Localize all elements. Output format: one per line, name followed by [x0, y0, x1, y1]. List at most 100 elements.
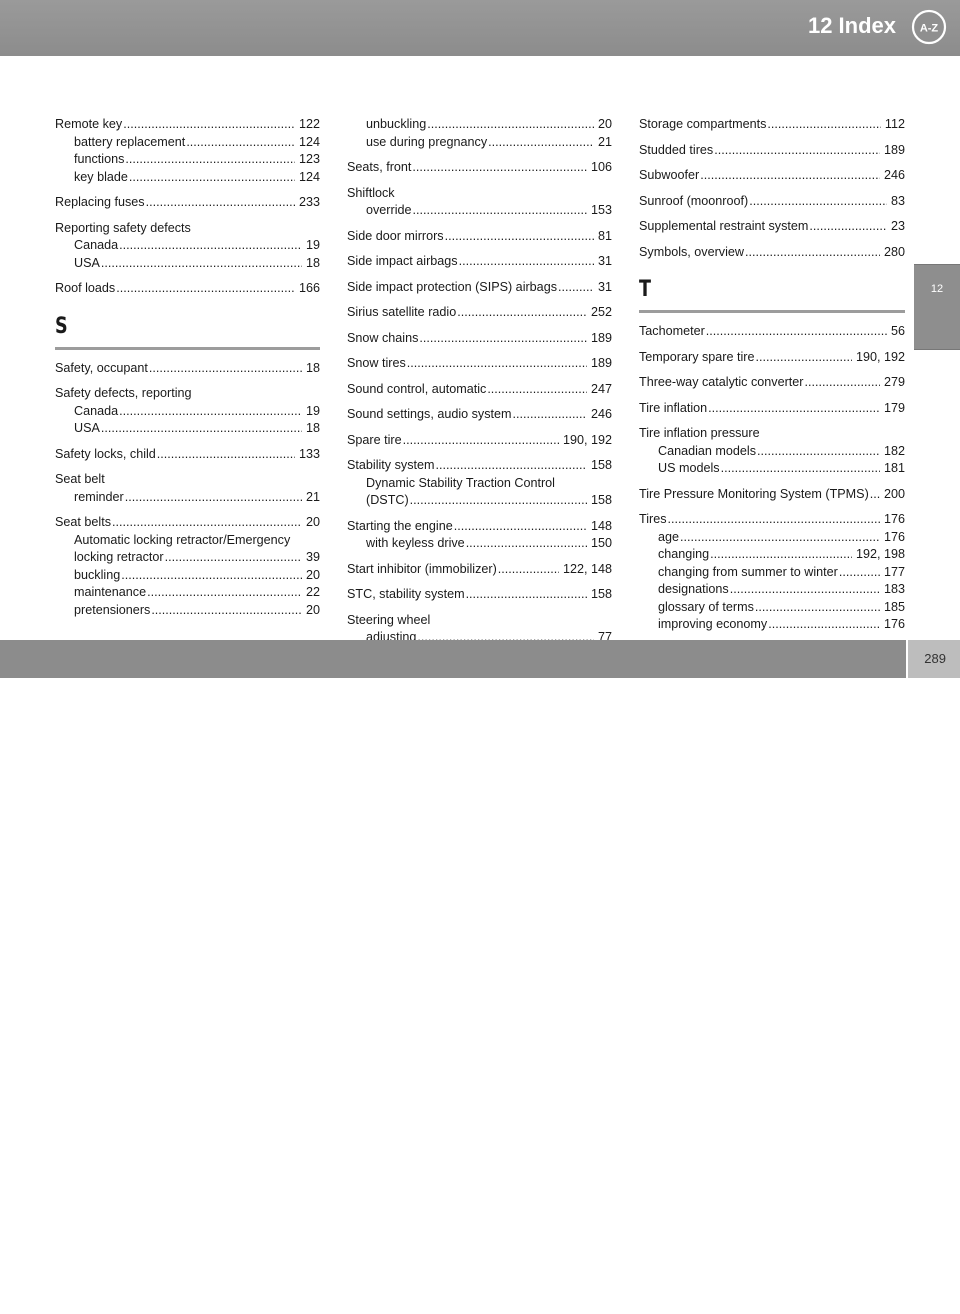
index-subentry[interactable]: changing from summer to winter 177: [639, 564, 905, 582]
page-ref: 189: [590, 356, 612, 370]
index-entry[interactable]: Snow tires 189: [347, 355, 612, 373]
index-entry[interactable]: Subwoofer 246: [639, 167, 905, 185]
index-subentry[interactable]: maintenance 22: [55, 584, 320, 602]
index-entry[interactable]: Snow chains 189: [347, 330, 612, 348]
index-entry[interactable]: Seat belts 20: [55, 514, 320, 532]
index-entry[interactable]: Sunroof (moonroof) 83: [639, 193, 905, 211]
entry-gap: [639, 392, 905, 400]
index-entry[interactable]: Tires 176: [639, 511, 905, 529]
index-entry[interactable]: Remote key 122: [55, 116, 320, 134]
index-subentry[interactable]: Canadian models 182: [639, 443, 905, 461]
page-ref: 124: [298, 134, 320, 149]
index-subentry[interactable]: override 153: [347, 202, 612, 220]
page-ref: 183: [883, 582, 905, 596]
entry-label: Subwoofer: [639, 168, 700, 182]
index-entry[interactable]: STC, stability system 158: [347, 586, 612, 604]
leader-dots: [147, 584, 302, 602]
leader-dots: [714, 142, 880, 160]
index-subentry[interactable]: use during pregnancy 21: [347, 134, 612, 152]
leader-dots: [498, 561, 559, 579]
index-subentry[interactable]: with keyless drive 150: [347, 535, 612, 553]
entry-label: Tire inflation pressure: [639, 426, 760, 440]
index-entry[interactable]: Three-way catalytic converter 279: [639, 374, 905, 392]
entry-gap: [347, 322, 612, 330]
index-subentry[interactable]: battery replacement 124: [55, 134, 320, 152]
index-entry[interactable]: Tire Pressure Monitoring System (TPMS) 20…: [639, 486, 905, 504]
index-entry[interactable]: Sound settings, audio system 246: [347, 406, 612, 424]
index-entry[interactable]: Shiftlock: [347, 185, 612, 203]
page-ref: 124: [298, 169, 320, 184]
index-subentry[interactable]: glossary of terms 185: [639, 599, 905, 617]
index-subentry[interactable]: Automatic locking retractor/Emergency: [55, 532, 320, 550]
entry-label: Symbols, overview: [639, 244, 744, 259]
page-number-box: 289: [908, 640, 960, 678]
entry-label: functions: [74, 152, 125, 166]
leader-dots: [123, 116, 295, 134]
index-entry[interactable]: Safety, occupant 18: [55, 360, 320, 378]
entry-label: reminder: [74, 489, 124, 504]
leader-dots: [768, 616, 880, 634]
page-ref: 247: [590, 381, 612, 396]
index-entry[interactable]: Tire inflation 179: [639, 400, 905, 418]
index-subentry[interactable]: USA 18: [55, 255, 320, 273]
index-subentry[interactable]: locking retractor 39: [55, 549, 320, 567]
index-entry[interactable]: Temporary spare tire 190, 192: [639, 349, 905, 367]
index-entry[interactable]: Stability system 158: [347, 457, 612, 475]
index-entry[interactable]: Starting the engine 148: [347, 518, 612, 536]
page-ref: 106: [590, 160, 612, 174]
index-subentry[interactable]: unbuckling 20: [347, 116, 612, 134]
index-entry[interactable]: Spare tire 190, 192: [347, 432, 612, 450]
index-entry[interactable]: Replacing fuses 233: [55, 194, 320, 212]
index-entry[interactable]: Sirius satellite radio 252: [347, 304, 612, 322]
leader-dots: [427, 116, 594, 134]
entry-label: changing: [658, 547, 710, 561]
index-subentry[interactable]: improving economy 176: [639, 616, 905, 634]
index-subentry[interactable]: US models 181: [639, 460, 905, 478]
entry-label: Replacing fuses: [55, 195, 145, 209]
index-subentry[interactable]: reminder 21: [55, 489, 320, 507]
index-subentry[interactable]: (DSTC) 158: [347, 492, 612, 510]
index-entry[interactable]: Sound control, automatic 247: [347, 381, 612, 399]
index-subentry[interactable]: age 176: [639, 529, 905, 547]
index-subentry[interactable]: USA 18: [55, 420, 320, 438]
chapter-tab[interactable]: 12: [914, 264, 960, 350]
section-letter: S: [55, 313, 68, 339]
index-subentry[interactable]: key blade 124: [55, 169, 320, 187]
index-subentry[interactable]: buckling 20: [55, 567, 320, 585]
index-entry[interactable]: Tire inflation pressure: [639, 425, 905, 443]
index-entry[interactable]: Roof loads 166: [55, 280, 320, 298]
index-entry[interactable]: Steering wheel: [347, 612, 612, 630]
index-subentry[interactable]: designations 183: [639, 581, 905, 599]
leader-dots: [839, 564, 880, 582]
index-subentry[interactable]: Canada 19: [55, 237, 320, 255]
index-entry[interactable]: Safety locks, child 133: [55, 446, 320, 464]
index-entry[interactable]: Seats, front 106: [347, 159, 612, 177]
index-entry[interactable]: Side door mirrors 81: [347, 228, 612, 246]
entry-gap: [347, 296, 612, 304]
index-subentry[interactable]: pretensioners 20: [55, 602, 320, 620]
page-ref: 81: [597, 228, 612, 243]
index-entry[interactable]: Symbols, overview 280: [639, 244, 905, 262]
index-subentry[interactable]: functions 123: [55, 151, 320, 169]
leader-dots: [186, 134, 295, 152]
index-entry[interactable]: Seat belt: [55, 471, 320, 489]
index-entry[interactable]: Safety defects, reporting: [55, 385, 320, 403]
index-subentry[interactable]: Canada 19: [55, 403, 320, 421]
index-entry[interactable]: Start inhibitor (immobilizer) 122, 148: [347, 561, 612, 579]
index-subentry[interactable]: Dynamic Stability Traction Control: [347, 475, 612, 493]
index-subentry[interactable]: changing 192, 198: [639, 546, 905, 564]
index-entry[interactable]: Tachometer 56: [639, 323, 905, 341]
index-entry[interactable]: Studded tires 189: [639, 142, 905, 160]
leader-dots: [513, 406, 587, 424]
entry-gap: [55, 377, 320, 385]
index-entry[interactable]: Supplemental restraint system 23: [639, 218, 905, 236]
entry-label: Steering wheel: [347, 612, 431, 627]
leader-dots: [730, 581, 880, 599]
leader-dots: [101, 420, 302, 438]
page-ref: 23: [890, 219, 905, 233]
index-entry[interactable]: Storage compartments 112: [639, 116, 905, 134]
entry-label: maintenance: [74, 585, 147, 599]
index-entry[interactable]: Side impact protection (SIPS) airbags 31: [347, 279, 612, 297]
index-entry[interactable]: Reporting safety defects: [55, 220, 320, 238]
index-entry[interactable]: Side impact airbags 31: [347, 253, 612, 271]
